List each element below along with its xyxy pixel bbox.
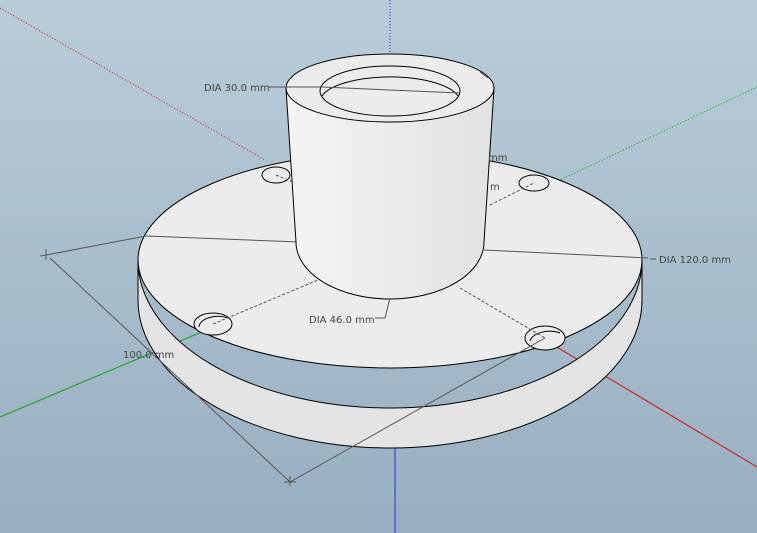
tube[interactable] (285, 53, 495, 300)
modeling-viewport[interactable]: DIA 30.0 mm DIA 46.0 mm DIA 120.0 mm 100… (0, 0, 757, 533)
hidden-dimension-label[interactable]: mm (488, 153, 507, 164)
tube-outer-diameter-label[interactable]: DIA 46.0 mm (309, 315, 375, 326)
3d-scene[interactable]: DIA 30.0 mm DIA 46.0 mm DIA 120.0 mm 100… (0, 0, 757, 533)
flange-diameter-label[interactable]: DIA 120.0 mm (659, 255, 731, 266)
hidden-dimension-label[interactable]: m (490, 182, 500, 193)
bolt-circle-label[interactable]: 100.0 mm (123, 350, 174, 361)
tube-inner-diameter-label[interactable]: DIA 30.0 mm (204, 83, 270, 94)
tube-bore (319, 65, 461, 117)
